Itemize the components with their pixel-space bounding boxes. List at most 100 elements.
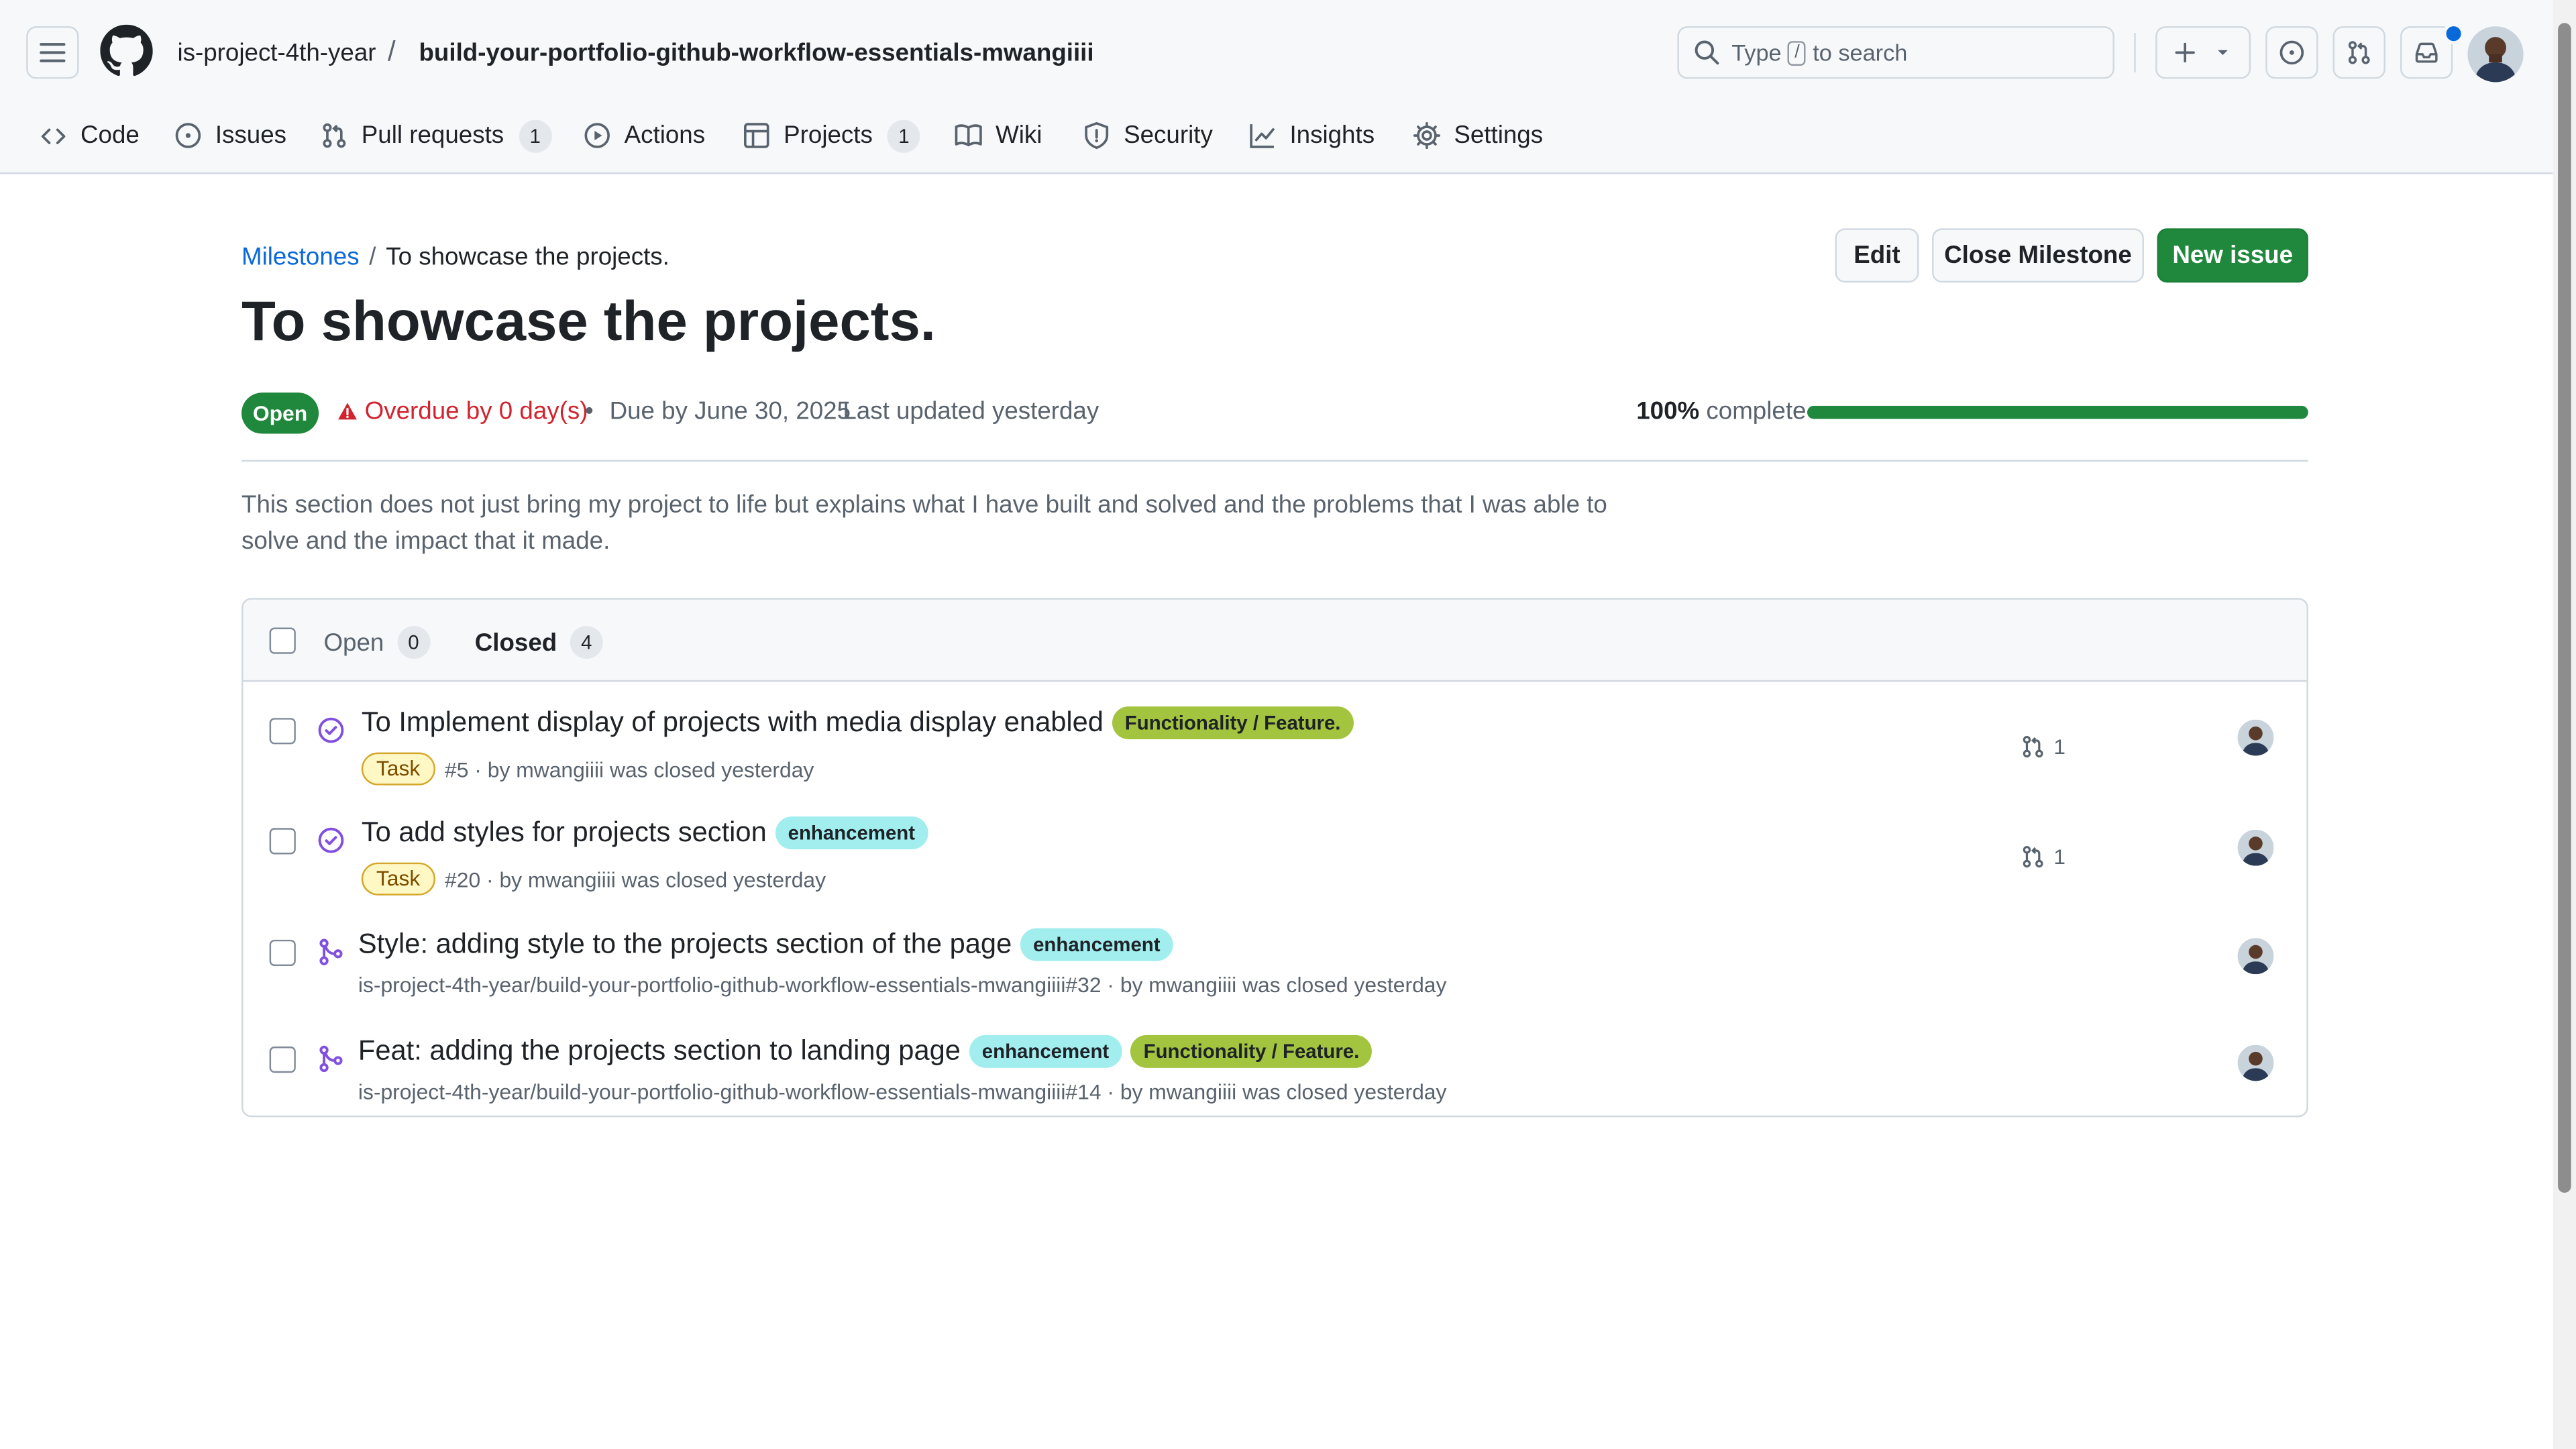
pull-requests-shortcut-button[interactable] [2332, 26, 2385, 79]
milestone-meta: Open Overdue by 0 day(s) • Due by June 3… [241, 392, 2312, 434]
label-feature[interactable]: Functionality / Feature. [1130, 1034, 1373, 1068]
tab-code[interactable]: Code [40, 109, 140, 163]
tab-insights[interactable]: Insights [1248, 109, 1375, 163]
list-item: To add styles for projects section enhan… [243, 802, 2306, 910]
row-checkbox[interactable] [269, 828, 296, 855]
milestone-description: This section does not just bring my proj… [241, 491, 1607, 555]
assignee-avatar[interactable] [2237, 1044, 2274, 1081]
book-icon [955, 124, 982, 147]
pr-title-row: Feat: adding the projects section to lan… [358, 1034, 1373, 1068]
menu-button[interactable] [26, 26, 79, 79]
completion-percent: 100% [1636, 397, 1700, 426]
pr-meta-text: is-project-4th-year/build-your-portfolio… [358, 1079, 1447, 1104]
progress-bar [1807, 405, 2308, 419]
gear-icon [1413, 122, 1440, 150]
issue-opened-icon [175, 123, 201, 148]
assignee-avatar[interactable] [2237, 938, 2274, 975]
overdue-text: Overdue by 0 day(s) [364, 397, 588, 426]
divider [241, 460, 2308, 462]
edit-button[interactable]: Edit [1835, 228, 1919, 283]
due-date: Due by June 30, 2025 [609, 397, 851, 426]
issue-title-link[interactable]: To Implement display of projects with me… [362, 706, 1104, 739]
pr-title-link[interactable]: Style: adding style to the projects sect… [358, 928, 1012, 961]
label-enhancement[interactable]: enhancement [775, 816, 928, 850]
overdue-status: Overdue by 0 day(s) [337, 397, 588, 426]
filter-open[interactable]: Open 0 [323, 626, 430, 659]
issue-title-link[interactable]: To add styles for projects section [362, 816, 767, 849]
linked-pr-count[interactable]: 1 [2021, 735, 2065, 759]
tab-wiki[interactable]: Wiki [955, 109, 1042, 163]
completion-word: complete [1706, 397, 1807, 426]
tab-label: Security [1124, 121, 1213, 150]
alert-icon [338, 402, 357, 420]
state-badge: Open [241, 392, 319, 434]
meta-bullet: • [584, 397, 594, 426]
issue-meta: Task #20 · by mwangiiii was closed yeste… [361, 862, 826, 896]
tab-label: Wiki [996, 121, 1042, 150]
row-checkbox[interactable] [269, 939, 296, 967]
label-enhancement[interactable]: enhancement [1020, 928, 1174, 961]
tab-counter: 1 [887, 119, 920, 152]
tab-label: Insights [1289, 121, 1375, 150]
page-scrollbar[interactable] [2553, 0, 2576, 1449]
row-checkbox[interactable] [269, 718, 296, 745]
issue-opened-icon [2279, 40, 2304, 65]
pr-title-link[interactable]: Feat: adding the projects section to lan… [358, 1035, 961, 1068]
select-all-checkbox[interactable] [269, 627, 296, 654]
tab-projects[interactable]: Projects 1 [743, 109, 920, 163]
milestones-link[interactable]: Milestones [241, 243, 360, 271]
repo-owner-link[interactable]: is-project-4th-year [177, 38, 376, 70]
assignee-avatar[interactable] [2237, 719, 2274, 756]
tab-pull-requests[interactable]: Pull requests 1 [321, 109, 552, 163]
last-updated: Last updated yesterday [843, 397, 1099, 426]
issue-title-row: To Implement display of projects with me… [362, 706, 1354, 740]
issue-list-header: Open 0 Closed 4 [243, 599, 2307, 682]
linked-pr-count-value: 1 [2053, 734, 2065, 759]
row-checkbox[interactable] [269, 1046, 296, 1073]
breadcrumb-current: To showcase the projects. [386, 243, 669, 272]
progress-bar-fill [1807, 405, 2308, 419]
git-merge-icon [319, 938, 343, 965]
issue-closed-icon [318, 827, 344, 853]
tab-label: Actions [624, 121, 706, 150]
close-milestone-button[interactable]: Close Milestone [1932, 228, 2144, 283]
git-pull-request-icon [2023, 735, 2043, 758]
list-item: Feat: adding the projects section to lan… [243, 1020, 2306, 1116]
github-logo-icon[interactable] [100, 24, 153, 77]
tab-actions[interactable]: Actions [583, 109, 705, 163]
breadcrumb-separator: / [369, 243, 376, 272]
tab-label: Settings [1454, 121, 1544, 150]
issue-meta-text: #20 · by mwangiiii was closed yesterday [445, 866, 826, 892]
pr-meta: is-project-4th-year/build-your-portfolio… [358, 1079, 1447, 1104]
new-issue-button[interactable]: New issue [2157, 228, 2308, 283]
plus-icon [2175, 42, 2195, 63]
filter-open-count: 0 [396, 626, 430, 659]
pr-title-row: Style: adding style to the projects sect… [358, 928, 1174, 961]
issues-shortcut-button[interactable] [2265, 26, 2318, 79]
git-pull-request-icon [323, 123, 346, 148]
pr-meta-text: is-project-4th-year/build-your-portfolio… [358, 972, 1447, 998]
list-item: To Implement display of projects with me… [243, 692, 2306, 800]
label-feature[interactable]: Functionality / Feature. [1112, 706, 1354, 740]
assignee-avatar[interactable] [2237, 829, 2274, 866]
repo-nav-tabs: Code Issues Pull requests 1 Actions Proj… [0, 109, 2553, 174]
search-placeholder-prefix: Type [1731, 39, 1782, 66]
tab-settings[interactable]: Settings [1413, 109, 1543, 163]
issue-closed-icon [318, 717, 344, 743]
linked-pr-count[interactable]: 1 [2021, 845, 2065, 869]
tab-security[interactable]: Security [1083, 109, 1213, 163]
issue-type-badge: Task [361, 862, 435, 896]
create-new-button[interactable] [2155, 26, 2251, 79]
list-item: Style: adding style to the projects sect… [243, 914, 2306, 1022]
git-merge-icon [319, 1045, 343, 1073]
tab-label: Code [80, 121, 140, 150]
user-avatar[interactable] [2467, 26, 2524, 83]
tab-issues[interactable]: Issues [174, 109, 286, 163]
search-icon [1695, 40, 1719, 65]
search-placeholder-suffix: to search [1813, 39, 1908, 66]
filter-closed[interactable]: Closed 4 [475, 626, 603, 659]
search-input[interactable]: Type / to search [1677, 26, 2114, 79]
label-enhancement[interactable]: enhancement [969, 1034, 1122, 1068]
repo-name-link[interactable]: build-your-portfolio-github-workflow-ess… [419, 38, 1093, 70]
scrollbar-thumb[interactable] [2558, 23, 2571, 1193]
